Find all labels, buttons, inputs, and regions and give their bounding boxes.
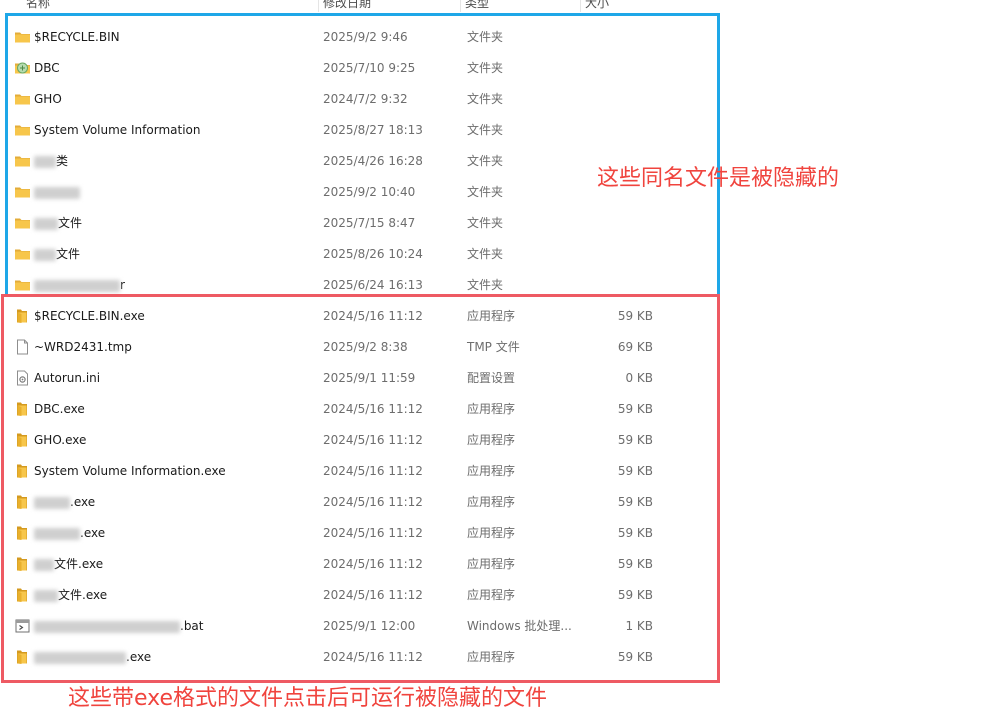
column-header: 名称 修改日期 类型 大小 xyxy=(0,0,660,12)
exe-files-highlight xyxy=(1,294,720,683)
hidden-folders-note: 这些同名文件是被隐藏的 xyxy=(597,166,840,191)
header-type[interactable]: 类型 xyxy=(460,0,580,12)
hidden-folders-highlight xyxy=(5,13,720,297)
header-date[interactable]: 修改日期 xyxy=(318,0,460,12)
exe-files-note: 这些带exe格式的文件点击后可运行被隐藏的文件 xyxy=(68,686,548,711)
header-name[interactable]: 名称 xyxy=(22,0,318,12)
header-size[interactable]: 大小 xyxy=(580,0,660,12)
